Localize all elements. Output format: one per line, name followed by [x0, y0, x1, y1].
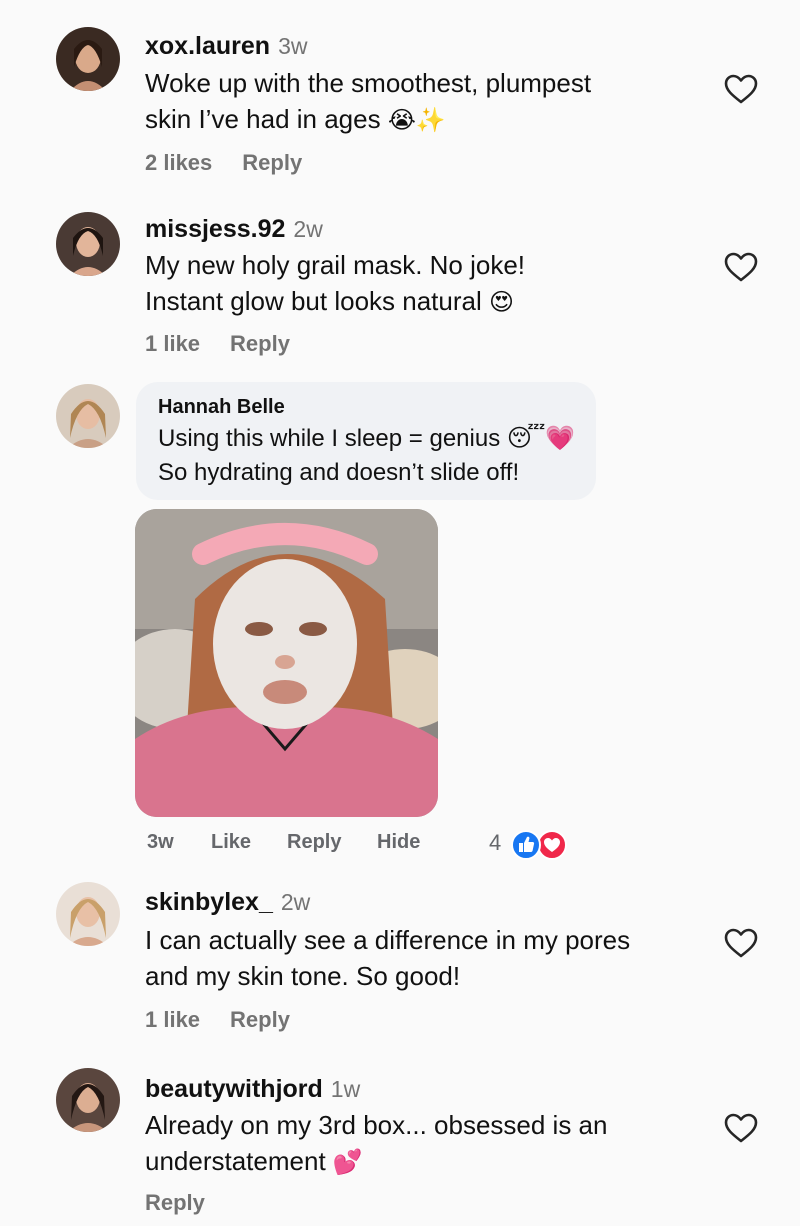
heart-icon[interactable]	[724, 1113, 758, 1143]
comment-time: 2w	[280, 889, 311, 915]
avatar-xox-lauren[interactable]	[56, 27, 120, 91]
likes-count[interactable]: 2 likes	[145, 150, 212, 175]
commenter-name[interactable]: Hannah Belle	[158, 396, 285, 419]
comment-time: 1w	[330, 1076, 361, 1102]
comment-username[interactable]: skinbylex_ 2w	[145, 888, 310, 917]
comment-emoji: 😭✨	[387, 106, 446, 134]
like-icon	[511, 830, 541, 860]
avatar-missjess[interactable]	[56, 212, 120, 276]
comment-time: 2w	[293, 216, 323, 242]
comment-text: I can actually see a difference in my po…	[145, 925, 631, 991]
comment-text-line-1: Using this while I sleep = genius 😴💗	[158, 424, 576, 452]
comment-text-line-2: So hydrating and doesn’t slide off!	[158, 459, 520, 486]
like-button[interactable]: Like	[211, 831, 251, 854]
comment-username[interactable]: beautywithjord 1w	[145, 1075, 360, 1104]
reply-button[interactable]: Reply	[242, 150, 302, 175]
reply-button[interactable]: Reply	[145, 1190, 205, 1215]
avatar-hannah-belle[interactable]	[56, 384, 120, 448]
comment-emoji: 😍	[489, 288, 515, 316]
heart-icon[interactable]	[724, 928, 758, 958]
avatar-beautywithjord[interactable]	[56, 1068, 120, 1132]
comment-username[interactable]: xox.lauren 3w	[145, 32, 307, 61]
comment-username[interactable]: missjess.92 2w	[145, 215, 323, 244]
comment-emoji: 😴💗	[506, 424, 576, 452]
reply-button[interactable]: Reply	[287, 831, 341, 854]
love-icon	[537, 830, 567, 860]
comment-time: 3w	[278, 33, 308, 59]
reaction-count[interactable]: 4	[489, 830, 501, 856]
comment-text: Already on my 3rd box... obsessed is an …	[145, 1110, 608, 1176]
heart-icon[interactable]	[724, 252, 758, 282]
attached-photo[interactable]	[135, 509, 438, 817]
comment-text: My new holy grail mask. No joke! Instant…	[145, 250, 526, 316]
hide-button[interactable]: Hide	[377, 831, 420, 854]
likes-count[interactable]: 1 like	[145, 1007, 200, 1032]
comment-emoji: 💕	[332, 1148, 363, 1176]
reply-button[interactable]: Reply	[230, 1007, 290, 1032]
heart-icon[interactable]	[724, 74, 758, 104]
reactions-icons[interactable]	[510, 829, 568, 861]
comment-actions: Reply	[145, 1190, 235, 1216]
fb-time: 3w	[147, 831, 174, 853]
comment-actions: 1 like Reply	[145, 1007, 320, 1033]
comment-actions: 2 likes Reply	[145, 150, 332, 176]
reply-button[interactable]: Reply	[230, 331, 290, 356]
likes-count[interactable]: 1 like	[145, 331, 200, 356]
comment-text: Woke up with the smoothest, plumpest ski…	[145, 68, 592, 134]
comment-actions: 1 like Reply	[145, 331, 320, 357]
comment-bubble: Hannah Belle Using this while I sleep = …	[136, 382, 596, 500]
avatar-skinbylex[interactable]	[56, 882, 120, 946]
